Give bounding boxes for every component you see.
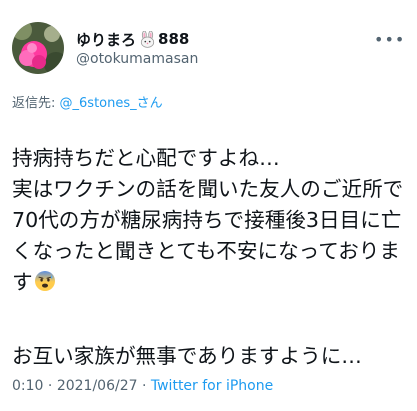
reply-context: 返信先: @_6stones_さん xyxy=(12,92,163,111)
author-handle[interactable]: @otokumamasan xyxy=(76,51,198,67)
anxious-face-with-sweat-icon xyxy=(34,270,56,301)
tweet-line-1: 持病持ちだと心配ですよね… xyxy=(12,146,280,170)
author-name-row[interactable]: ゆりまろ 888 xyxy=(76,28,189,50)
reply-prefix: 返信先: xyxy=(12,96,56,111)
tweet-meta: 0:10 · 2021/06/27 · Twitter for iPhone xyxy=(12,378,273,394)
display-name[interactable]: ゆりまろ xyxy=(76,29,136,50)
avatar[interactable] xyxy=(12,22,64,74)
reply-target-link[interactable]: @_6stones_さん xyxy=(60,96,163,111)
pink-flower-avatar xyxy=(12,22,64,74)
tweet-source-link[interactable]: Twitter for iPhone xyxy=(151,378,273,394)
meta-separator-2: · xyxy=(141,378,147,394)
tweet-text: 持病持ちだと心配ですよね… 実はワクチンの話を聞いた友人のご近所で70代の方が糖尿… xyxy=(12,112,408,403)
tweet-line-2: 実はワクチンの話を聞いた友人のご近所で70代の方が糖尿病持ちで接種後3日目に亡く… xyxy=(12,177,404,294)
meta-separator: · xyxy=(47,378,53,394)
tweet-time[interactable]: 0:10 xyxy=(12,378,43,394)
more-options-icon[interactable]: ••• xyxy=(374,30,405,49)
tweet-paragraph-1: 持病持ちだと心配ですよね… 実はワクチンの話を聞いた友人のご近所で70代の方が糖尿… xyxy=(12,143,408,301)
display-name-suffix: 888 xyxy=(158,30,190,48)
rabbit-face-icon xyxy=(139,30,156,48)
tweet-date[interactable]: 2021/06/27 xyxy=(57,378,138,394)
tweet-paragraph-2: お互い家族が無事でありますように… xyxy=(12,344,362,368)
